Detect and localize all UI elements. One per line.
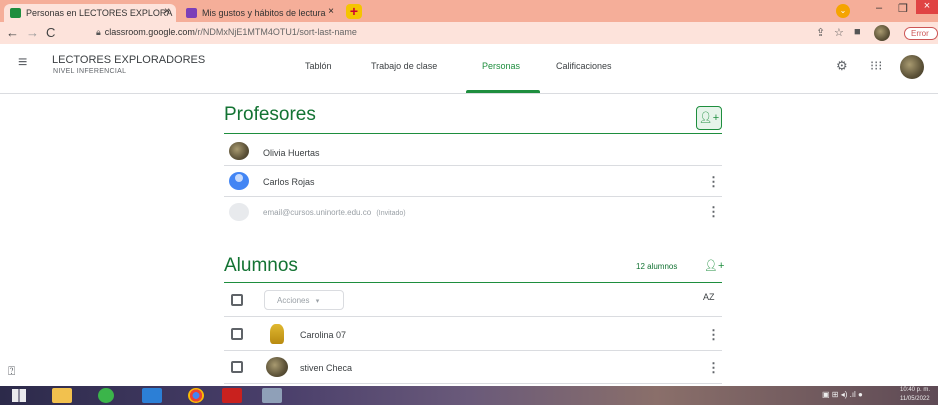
profile-avatar-icon[interactable] xyxy=(874,25,890,41)
share-icon[interactable]: ⇪ xyxy=(816,26,825,39)
close-window-icon[interactable]: × xyxy=(916,0,938,14)
back-arrow-icon[interactable]: ← xyxy=(6,25,19,40)
tab-personas[interactable]: Personas xyxy=(482,61,520,71)
avatar xyxy=(266,357,288,377)
chrome-active-icon[interactable] xyxy=(262,388,282,403)
teacher-name: Olivia Huertas xyxy=(263,148,320,158)
file-explorer-icon[interactable] xyxy=(52,388,72,403)
row-divider xyxy=(224,196,722,197)
new-tab-button[interactable]: + xyxy=(346,4,362,19)
bookmark-star-icon[interactable]: ☆ xyxy=(834,26,844,39)
more-options-icon[interactable]: ⋮ xyxy=(707,174,720,190)
hamburger-menu-icon[interactable]: ≡ xyxy=(18,54,27,72)
students-count: 12 alumnos xyxy=(636,262,678,271)
url-path: /r/NDMxNjE1MTM4OTU1/sort-last-name xyxy=(194,27,357,37)
sort-az-icon[interactable]: AZ xyxy=(703,292,715,302)
minimize-icon[interactable]: – xyxy=(876,2,882,14)
student-checkbox[interactable] xyxy=(231,328,243,340)
row-divider xyxy=(224,316,722,317)
user-avatar[interactable] xyxy=(900,55,924,79)
active-tab-indicator xyxy=(466,90,540,93)
close-tab-icon[interactable]: × xyxy=(328,6,334,17)
maximize-icon[interactable]: ❐ xyxy=(898,2,908,15)
clock-time[interactable]: 10:40 p. m. xyxy=(900,387,930,393)
invited-tag: (Invitado) xyxy=(376,210,406,217)
reload-icon[interactable]: C xyxy=(46,25,55,40)
url-domain: classroom.google.com xyxy=(104,27,195,37)
row-divider xyxy=(224,383,722,384)
person-add-icon[interactable]: 👤︎+ xyxy=(704,259,724,272)
person-silhouette-icon xyxy=(235,174,243,182)
browser-tab-forms[interactable]: Mis gustos y hábitos de lectura × xyxy=(180,4,340,22)
avatar xyxy=(229,142,249,160)
url-field[interactable]: 🔒︎ classroom.google.com/r/NDMxNjE1MTM4OTU… xyxy=(96,27,357,38)
windows-start-icon[interactable] xyxy=(12,389,26,402)
classroom-header: ≡ LECTORES EXPLORADORES NIVEL INFERENCIA… xyxy=(0,44,938,94)
actions-label: Acciones xyxy=(277,296,310,305)
add-teacher-button[interactable]: 👤︎+ xyxy=(696,106,722,130)
photos-app-icon[interactable] xyxy=(142,388,162,403)
tab-calificaciones[interactable]: Calificaciones xyxy=(556,61,612,71)
more-options-icon[interactable]: ⋮ xyxy=(707,360,720,376)
forward-arrow-icon[interactable]: → xyxy=(26,25,39,40)
browser-tab-personas[interactable]: Personas en LECTORES EXPLORA × xyxy=(4,4,176,22)
tab-label: Mis gustos y hábitos de lectura xyxy=(202,8,326,18)
teacher-name: Carlos Rojas xyxy=(263,177,315,187)
help-icon[interactable]: ⍰ xyxy=(8,364,15,379)
more-options-icon[interactable]: ⋮ xyxy=(707,204,720,220)
more-options-icon[interactable]: ⋮ xyxy=(707,327,720,343)
tab-tablon[interactable]: Tablón xyxy=(305,61,332,71)
pdf-reader-icon[interactable] xyxy=(222,388,242,403)
students-section-title: Alumnos xyxy=(224,255,298,276)
avatar xyxy=(229,203,249,221)
student-checkbox[interactable] xyxy=(231,361,243,373)
row-divider xyxy=(224,165,722,166)
tab-trabajo-de-clase[interactable]: Trabajo de clase xyxy=(371,61,437,71)
teachers-section-title: Profesores xyxy=(224,104,316,125)
student-name: stiven Checa xyxy=(300,363,353,373)
tab-search-icon[interactable]: ⌄ xyxy=(836,4,850,18)
tray-icons[interactable]: ▣ ⊞ ◂) .ıl ● xyxy=(822,390,863,399)
students-divider xyxy=(224,282,722,283)
chevron-down-icon: ▾ xyxy=(315,298,320,305)
student-name: Carolina 07 xyxy=(300,330,347,340)
chrome-icon[interactable] xyxy=(188,388,204,403)
browser-tab-strip: Personas en LECTORES EXPLORA × Mis gusto… xyxy=(0,0,938,22)
settings-gear-icon[interactable]: ⚙ xyxy=(836,58,848,74)
address-bar-row: ← → C 🔒︎ classroom.google.com/r/NDMxNjE1M… xyxy=(0,22,938,44)
course-subtitle: NIVEL INFERENCIAL xyxy=(53,68,127,75)
avatar xyxy=(270,324,284,344)
person-add-icon: 👤︎+ xyxy=(698,112,720,124)
windows-taskbar: ▣ ⊞ ◂) .ıl ● 10:40 p. m. 11/05/2022 xyxy=(0,386,938,405)
invited-email-text: email@cursos.uninorte.edu.co xyxy=(263,208,372,217)
lock-icon: 🔒︎ xyxy=(96,27,101,37)
clock-date[interactable]: 11/05/2022 xyxy=(900,396,930,402)
close-tab-icon[interactable]: × xyxy=(164,6,170,17)
sidepanel-icon[interactable]: ■ xyxy=(854,26,861,38)
invited-email: email@cursos.uninorte.edu.co (Invitado) xyxy=(263,208,406,217)
classroom-favicon-icon xyxy=(10,8,21,18)
teachers-divider xyxy=(224,133,722,134)
row-divider xyxy=(224,350,722,351)
forms-favicon-icon xyxy=(186,8,197,18)
course-title[interactable]: LECTORES EXPLORADORES xyxy=(52,54,205,66)
select-all-checkbox[interactable] xyxy=(231,294,243,306)
error-button[interactable]: Error xyxy=(904,27,938,40)
actions-dropdown[interactable]: Acciones ▾ xyxy=(264,290,344,310)
whatsapp-icon[interactable] xyxy=(98,388,114,403)
apps-grid-icon[interactable]: ⁝⁝⁝ xyxy=(870,58,882,74)
tab-label: Personas en LECTORES EXPLORA xyxy=(26,8,173,18)
